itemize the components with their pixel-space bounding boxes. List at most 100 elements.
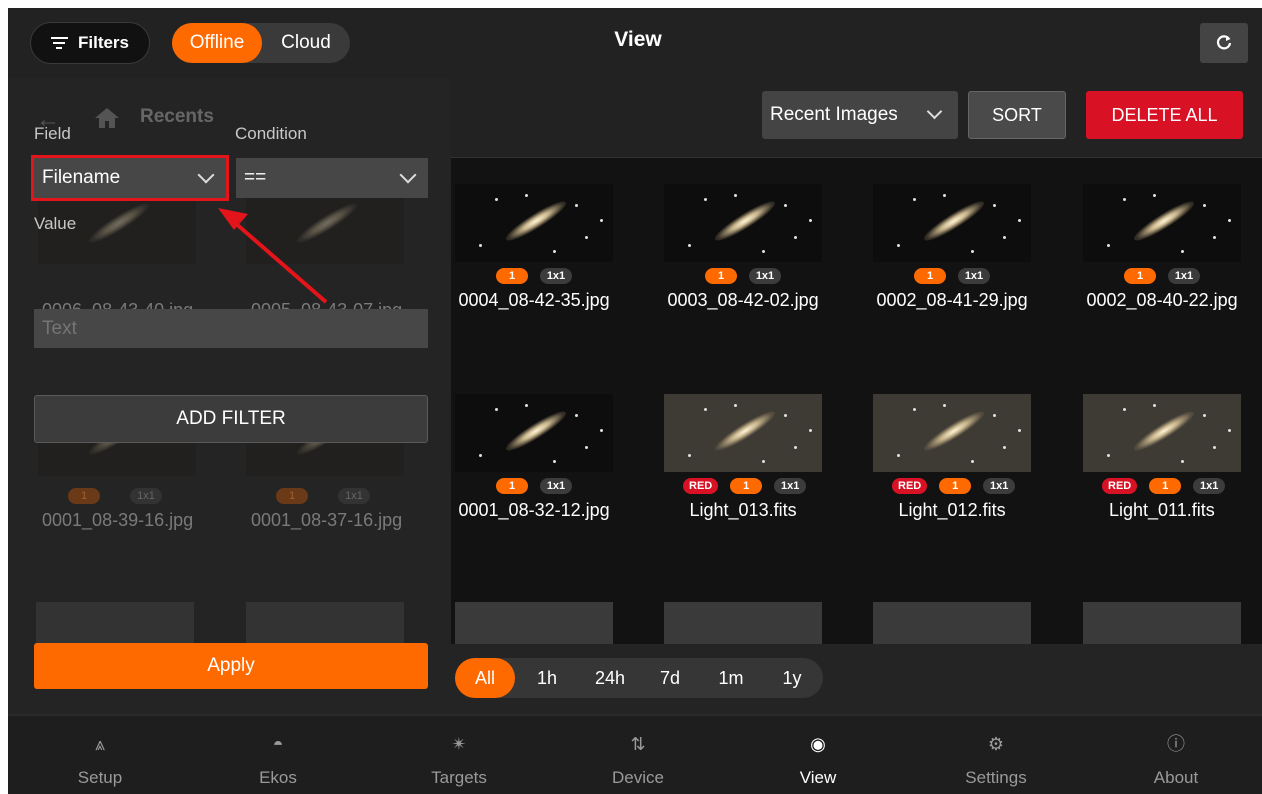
ghost-filename: 0001_08-39-16.jpg [42, 510, 194, 530]
image-card[interactable]: 1 1x1 0001_08-32-12.jpg [451, 368, 651, 558]
image-card[interactable]: RED 1 1x1 Light_013.fits [660, 368, 860, 558]
image-thumbnail[interactable] [873, 184, 1031, 262]
binning-badge: 1x1 [1168, 268, 1200, 284]
value-input[interactable] [34, 309, 428, 348]
home-icon [95, 108, 119, 128]
binning-badge: 1x1 [958, 268, 990, 284]
image-thumbnail[interactable] [455, 394, 613, 472]
nav-item-device[interactable]: ⇅ Device [568, 716, 708, 794]
nav-item-targets[interactable]: ✴ Targets [389, 716, 529, 794]
image-card[interactable]: RED 1 1x1 Light_011.fits [1079, 368, 1262, 558]
partial-thumbnail[interactable] [873, 602, 1031, 644]
filter-badge: RED [683, 478, 719, 494]
binning-badge: 1x1 [983, 478, 1016, 494]
segment-cloud[interactable]: Cloud [266, 23, 346, 63]
info-icon: ⓘ [1167, 734, 1185, 754]
time-range-All[interactable]: All [455, 658, 515, 698]
nav-label: Ekos [259, 768, 297, 787]
nav-item-setup[interactable]: ⩓ Setup [30, 716, 170, 794]
time-range-selector: All 1h 24h 7d 1m 1y [455, 658, 823, 698]
image-badges: 1 1x1 [914, 268, 990, 284]
delete-all-button[interactable]: DELETE ALL [1086, 91, 1243, 139]
partial-thumbnail[interactable] [1083, 602, 1241, 644]
image-thumbnail[interactable] [873, 394, 1031, 472]
gear-icon: ⚙ [987, 734, 1005, 754]
ghost-badge: 1x1 [338, 488, 370, 504]
image-card[interactable]: 1 1x1 0002_08-40-22.jpg [1079, 158, 1262, 348]
image-source-value: Recent Images [770, 104, 898, 125]
nav-label: Setup [77, 768, 123, 787]
ghost-filename: 0001_08-37-16.jpg [251, 510, 403, 530]
binning-badge: 1x1 [1193, 478, 1226, 494]
time-range-1y[interactable]: 1y [765, 658, 819, 698]
eye-icon: ◉ [810, 734, 826, 754]
add-filter-button[interactable]: ADD FILTER [34, 395, 428, 443]
image-badges: RED 1 1x1 [892, 478, 1016, 494]
binning-badge: 1x1 [749, 268, 781, 284]
image-filename: 0002_08-40-22.jpg [1086, 290, 1238, 310]
image-badges: 1 1x1 [1124, 268, 1200, 284]
time-range-1m[interactable]: 1m [701, 658, 761, 698]
refresh-icon [1216, 35, 1232, 50]
binning-badge: 1x1 [540, 268, 572, 284]
count-badge: 1 [939, 478, 972, 494]
filter-icon [50, 36, 68, 50]
filters-button-label: Filters [77, 33, 130, 52]
image-badges: RED 1 1x1 [1102, 478, 1226, 494]
nav-item-ekos[interactable]: ◓ Ekos [208, 716, 348, 794]
image-thumbnail[interactable] [1083, 394, 1241, 472]
image-thumbnail[interactable] [664, 394, 822, 472]
segment-offline[interactable]: Offline [172, 23, 262, 63]
partial-thumbnail[interactable] [455, 602, 613, 644]
partial-thumbnail[interactable] [664, 602, 822, 644]
image-card[interactable]: 1 1x1 0003_08-42-02.jpg [660, 158, 860, 348]
filters-button[interactable]: Filters [30, 22, 150, 64]
nav-item-settings[interactable]: ⚙ Settings [926, 716, 1066, 794]
image-card[interactable]: 1 1x1 0004_08-42-35.jpg [451, 158, 651, 348]
nav-item-about[interactable]: ⓘ About [1106, 716, 1246, 794]
field-label: Field [34, 124, 71, 143]
nav-item-view[interactable]: ◉ View [748, 716, 888, 794]
image-thumbnail[interactable] [664, 184, 822, 262]
image-card[interactable]: RED 1 1x1 Light_012.fits [869, 368, 1069, 558]
condition-select[interactable]: == [236, 158, 428, 198]
image-thumbnail[interactable] [1083, 184, 1241, 262]
nav-label: View [799, 768, 837, 787]
image-badges: 1 1x1 [496, 268, 572, 284]
refresh-button[interactable] [1200, 23, 1248, 63]
image-thumbnail[interactable] [455, 184, 613, 262]
apply-button[interactable]: Apply [34, 643, 428, 689]
image-badges: 1 1x1 [705, 268, 781, 284]
sort-button[interactable]: SORT [968, 91, 1066, 139]
condition-label: Condition [235, 124, 307, 143]
image-toolbar: Recent Images SORT DELETE ALL [451, 78, 1262, 158]
condition-select-value: == [244, 167, 267, 188]
app-window: Filters Offline Cloud View ← Recents 000… [8, 8, 1262, 794]
image-grid: 1 1x1 0004_08-42-35.jpg 1 1x1 0003_08-42-02.j… [451, 158, 1262, 644]
device-icon: ⇅ [630, 734, 646, 754]
ghost-badge: 1x1 [130, 488, 162, 504]
count-badge: 1 [496, 478, 528, 494]
filter-badge: RED [1102, 478, 1138, 494]
time-range-7d[interactable]: 7d [647, 658, 693, 698]
chevron-down-icon [926, 103, 943, 120]
nav-label: Targets [431, 768, 487, 787]
image-badges: 1 1x1 [496, 478, 572, 494]
nav-label: Device [612, 768, 664, 787]
setup-icon: ⩓ [94, 734, 106, 754]
image-source-dropdown[interactable]: Recent Images [762, 91, 958, 139]
field-select-value: Filename [42, 167, 121, 188]
time-range-24h[interactable]: 24h [581, 658, 639, 698]
chevron-down-icon [399, 166, 417, 184]
count-badge: 1 [1124, 268, 1156, 284]
nav-label: About [1153, 768, 1199, 787]
count-badge: 1 [705, 268, 737, 284]
image-card[interactable]: 1 1x1 0002_08-41-29.jpg [869, 158, 1069, 348]
field-select[interactable]: Filename [31, 155, 229, 201]
time-range-bar: All 1h 24h 7d 1m 1y [451, 644, 1262, 714]
value-label: Value [34, 214, 77, 233]
binning-badge: 1x1 [540, 478, 572, 494]
time-range-1h[interactable]: 1h [523, 658, 571, 698]
storage-segment: Offline Cloud [172, 23, 350, 63]
image-badges: RED 1 1x1 [683, 478, 807, 494]
